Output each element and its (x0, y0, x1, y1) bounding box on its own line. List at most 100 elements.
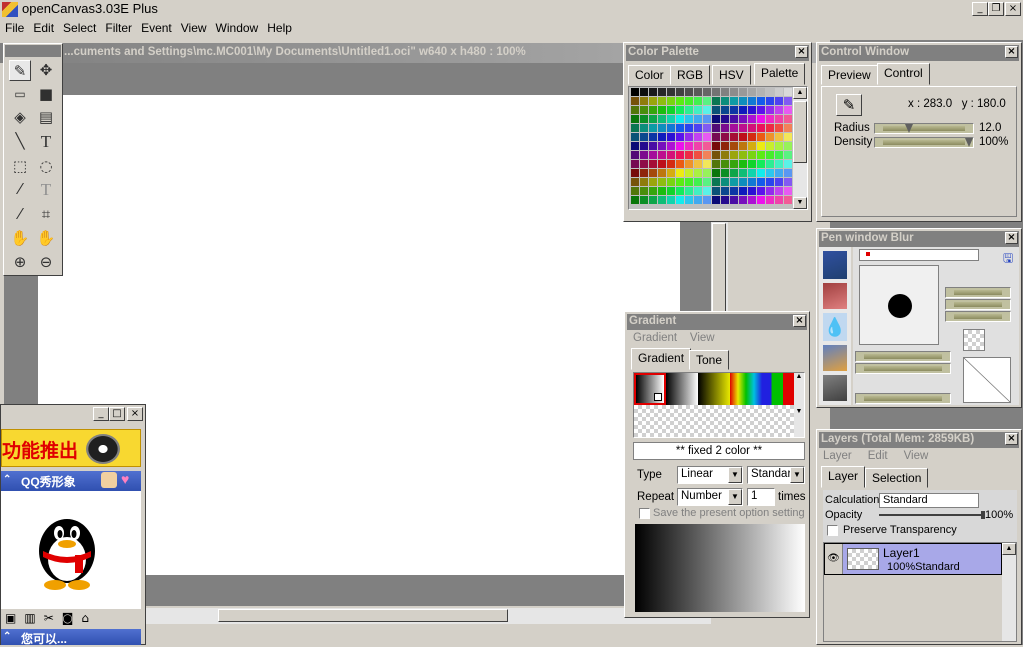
palette-swatch[interactable] (712, 196, 720, 204)
palette-swatch[interactable] (775, 133, 783, 141)
repeat-select[interactable]: Number ▼ (677, 488, 743, 506)
palette-swatch[interactable] (721, 97, 729, 105)
palette-swatch[interactable] (784, 196, 792, 204)
palette-swatch[interactable] (748, 142, 756, 150)
palette-swatch[interactable] (757, 133, 765, 141)
menu-view[interactable]: View (690, 332, 715, 344)
palette-swatch[interactable] (730, 196, 738, 204)
palette-swatch[interactable] (721, 169, 729, 177)
palette-swatch[interactable] (640, 124, 648, 132)
palette-swatch[interactable] (658, 160, 666, 168)
palette-swatch[interactable] (631, 106, 639, 114)
palette-swatch[interactable] (757, 151, 765, 159)
palette-swatch[interactable] (748, 115, 756, 123)
palette-swatch[interactable] (748, 160, 756, 168)
palette-swatch[interactable] (694, 151, 702, 159)
palette-swatch[interactable] (730, 124, 738, 132)
qq-banner[interactable]: 功能推出 (1, 429, 141, 467)
palette-swatch[interactable] (739, 187, 747, 195)
palette-swatch[interactable] (631, 142, 639, 150)
water-drop-icon[interactable]: 💧 (823, 313, 847, 341)
palette-swatch[interactable] (775, 196, 783, 204)
palette-swatch[interactable] (703, 160, 711, 168)
palette-swatch[interactable] (649, 160, 657, 168)
palette-swatch[interactable] (739, 142, 747, 150)
rectangle-tool-icon[interactable]: ▭ (9, 84, 31, 105)
zoom-out-tool-icon[interactable]: ⊖ (35, 252, 57, 273)
palette-swatch[interactable] (766, 97, 774, 105)
palette-swatch[interactable] (676, 169, 684, 177)
menu-view[interactable]: View (176, 19, 211, 35)
palette-swatch[interactable] (784, 178, 792, 186)
palette-swatch[interactable] (784, 169, 792, 177)
palette-swatch[interactable] (640, 97, 648, 105)
menu-select[interactable]: Select (58, 19, 100, 35)
calculation-select[interactable]: Standard (879, 493, 979, 508)
palette-swatch[interactable] (775, 151, 783, 159)
palette-swatch[interactable] (694, 88, 702, 96)
horizontal-scroll-thumb[interactable] (218, 609, 508, 622)
palette-swatch[interactable] (712, 88, 720, 96)
palette-swatch[interactable] (739, 97, 747, 105)
palette-swatch[interactable] (685, 178, 693, 186)
palette-swatch[interactable] (703, 178, 711, 186)
palette-swatch[interactable] (649, 115, 657, 123)
palette-swatch[interactable] (712, 187, 720, 195)
palette-swatch[interactable] (649, 124, 657, 132)
palette-swatch[interactable] (631, 133, 639, 141)
palette-swatch[interactable] (784, 142, 792, 150)
pen-crayon-icon[interactable] (823, 345, 847, 371)
palette-swatch[interactable] (730, 169, 738, 177)
palette-swatch[interactable] (640, 88, 648, 96)
pen-slider-3[interactable] (945, 311, 1011, 322)
palette-swatch[interactable] (766, 187, 774, 195)
palette-swatch[interactable] (667, 133, 675, 141)
palette-swatch[interactable] (730, 160, 738, 168)
palette-swatch[interactable] (748, 196, 756, 204)
palette-swatch[interactable] (667, 142, 675, 150)
tab-gradient[interactable]: Gradient (631, 348, 692, 370)
palette-swatch[interactable] (739, 133, 747, 141)
preset-black-white-2[interactable] (666, 373, 698, 405)
qq-chart-icon[interactable]: ▥ (24, 611, 43, 625)
density-slider-knob[interactable] (965, 138, 973, 147)
palette-swatch[interactable] (721, 88, 729, 96)
palette-swatch[interactable] (739, 106, 747, 114)
palette-swatch[interactable] (694, 169, 702, 177)
tab-selection[interactable]: Selection (865, 468, 929, 488)
lasso-tool-icon[interactable]: ◌ (35, 156, 57, 177)
palette-swatch[interactable] (703, 106, 711, 114)
pen-marker-icon[interactable] (823, 283, 847, 309)
pen-slider-5[interactable] (855, 363, 951, 374)
palette-scroll-thumb[interactable] (793, 101, 807, 163)
palette-swatch[interactable] (757, 97, 765, 105)
palette-swatch[interactable] (640, 142, 648, 150)
palette-swatch[interactable] (739, 160, 747, 168)
pen-size-ruler[interactable] (859, 249, 979, 261)
palette-swatch[interactable] (757, 178, 765, 186)
palette-swatch[interactable] (721, 142, 729, 150)
palette-swatch[interactable] (775, 160, 783, 168)
close-icon[interactable]: × (793, 315, 806, 327)
palette-swatch[interactable] (667, 106, 675, 114)
palette-swatch[interactable] (757, 196, 765, 204)
palette-swatch[interactable] (784, 115, 792, 123)
palette-swatch[interactable] (775, 142, 783, 150)
gradient-tool-icon[interactable]: ▤ (35, 107, 57, 128)
palette-swatch[interactable] (640, 169, 648, 177)
pen-slider-6[interactable] (855, 393, 951, 404)
palette-swatch[interactable] (703, 169, 711, 177)
menu-file[interactable]: File (0, 19, 28, 35)
palette-swatch[interactable] (685, 124, 693, 132)
pressure-curve[interactable] (963, 357, 1011, 403)
palette-swatch[interactable] (721, 160, 729, 168)
save-option-checkbox[interactable] (639, 508, 650, 519)
palette-swatch[interactable] (757, 115, 765, 123)
palette-swatch[interactable] (694, 196, 702, 204)
palette-swatch[interactable] (730, 133, 738, 141)
palette-swatch[interactable] (667, 196, 675, 204)
palette-scrollbar[interactable]: ▲ ▼ (793, 87, 807, 209)
palette-swatch[interactable] (757, 160, 765, 168)
palette-swatch[interactable] (748, 187, 756, 195)
palette-swatch[interactable] (649, 106, 657, 114)
